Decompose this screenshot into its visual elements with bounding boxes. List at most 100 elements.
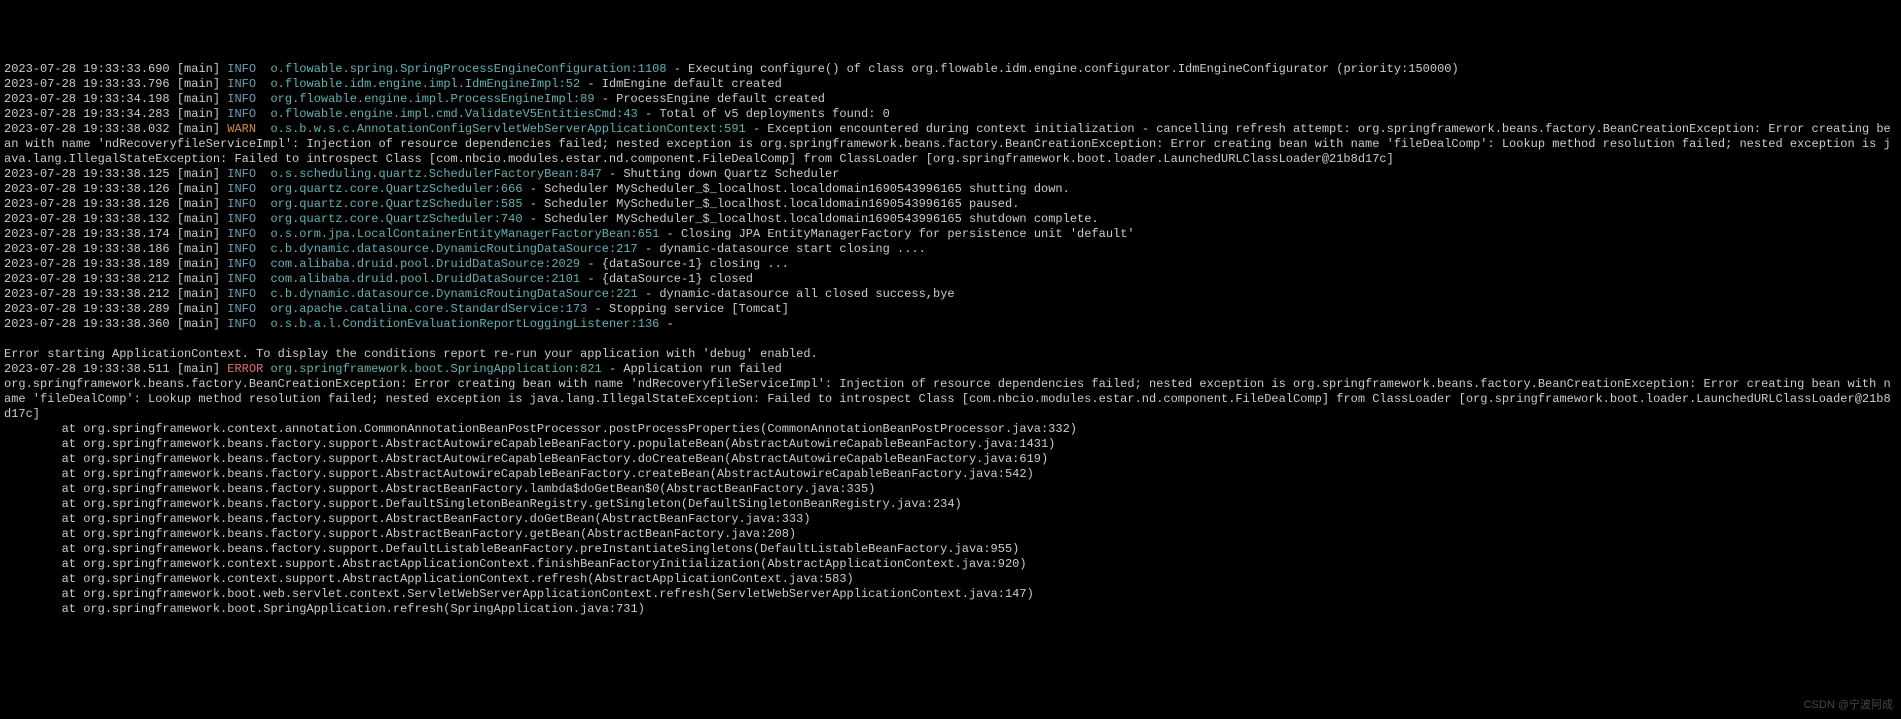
log-level: INFO bbox=[227, 77, 263, 91]
log-level: WARN bbox=[227, 122, 263, 136]
log-line[interactable]: at org.springframework.beans.factory.sup… bbox=[4, 482, 1897, 497]
log-line[interactable]: 2023-07-28 19:33:34.198 [main] INFO org.… bbox=[4, 92, 1897, 107]
log-message: - Stopping service [Tomcat] bbox=[587, 302, 789, 316]
log-level: INFO bbox=[227, 167, 263, 181]
log-line[interactable]: 2023-07-28 19:33:38.132 [main] INFO org.… bbox=[4, 212, 1897, 227]
log-line[interactable]: 2023-07-28 19:33:33.690 [main] INFO o.fl… bbox=[4, 62, 1897, 77]
log-level: INFO bbox=[227, 92, 263, 106]
log-thread: [main] bbox=[177, 62, 220, 76]
log-thread: [main] bbox=[177, 317, 220, 331]
log-message: - IdmEngine default created bbox=[580, 77, 782, 91]
log-line[interactable]: at org.springframework.beans.factory.sup… bbox=[4, 452, 1897, 467]
log-line[interactable]: 2023-07-28 19:33:38.212 [main] INFO com.… bbox=[4, 272, 1897, 287]
log-line[interactable]: 2023-07-28 19:33:38.186 [main] INFO c.b.… bbox=[4, 242, 1897, 257]
log-logger: o.s.b.a.l.ConditionEvaluationReportLoggi… bbox=[270, 317, 659, 331]
log-thread: [main] bbox=[177, 167, 220, 181]
log-line[interactable]: 2023-07-28 19:33:38.126 [main] INFO org.… bbox=[4, 197, 1897, 212]
log-thread: [main] bbox=[177, 272, 220, 286]
log-timestamp: 2023-07-28 19:33:38.212 bbox=[4, 272, 170, 286]
log-raw-text: org.springframework.beans.factory.BeanCr… bbox=[4, 377, 1891, 421]
log-thread: [main] bbox=[177, 212, 220, 226]
log-logger: o.flowable.engine.impl.cmd.ValidateV5Ent… bbox=[270, 107, 637, 121]
log-thread: [main] bbox=[177, 122, 220, 136]
log-logger: c.b.dynamic.datasource.DynamicRoutingDat… bbox=[270, 242, 637, 256]
log-line[interactable]: 2023-07-28 19:33:38.126 [main] INFO org.… bbox=[4, 182, 1897, 197]
log-line[interactable]: 2023-07-28 19:33:38.189 [main] INFO com.… bbox=[4, 257, 1897, 272]
log-thread: [main] bbox=[177, 227, 220, 241]
log-thread: [main] bbox=[177, 362, 220, 376]
log-level: INFO bbox=[227, 287, 263, 301]
log-thread: [main] bbox=[177, 197, 220, 211]
log-raw-text: at org.springframework.beans.factory.sup… bbox=[4, 497, 962, 511]
log-message: - {dataSource-1} closed bbox=[580, 272, 753, 286]
log-logger: org.springframework.boot.SpringApplicati… bbox=[270, 362, 601, 376]
log-timestamp: 2023-07-28 19:33:38.189 bbox=[4, 257, 170, 271]
log-message: - dynamic-datasource start closing .... bbox=[638, 242, 926, 256]
watermark-text: CSDN @宁波阿成 bbox=[1804, 698, 1893, 713]
log-raw-text: at org.springframework.boot.SpringApplic… bbox=[4, 602, 645, 616]
log-logger: org.apache.catalina.core.StandardService… bbox=[270, 302, 587, 316]
log-logger: com.alibaba.druid.pool.DruidDataSource:2… bbox=[270, 272, 580, 286]
log-line[interactable]: at org.springframework.context.support.A… bbox=[4, 557, 1897, 572]
log-timestamp: 2023-07-28 19:33:38.126 bbox=[4, 197, 170, 211]
log-message: - Shutting down Quartz Scheduler bbox=[602, 167, 840, 181]
log-timestamp: 2023-07-28 19:33:38.125 bbox=[4, 167, 170, 181]
log-timestamp: 2023-07-28 19:33:38.174 bbox=[4, 227, 170, 241]
log-line[interactable]: 2023-07-28 19:33:38.174 [main] INFO o.s.… bbox=[4, 227, 1897, 242]
log-line[interactable]: at org.springframework.beans.factory.sup… bbox=[4, 497, 1897, 512]
log-line[interactable]: at org.springframework.context.support.A… bbox=[4, 572, 1897, 587]
log-message: - Scheduler MyScheduler_$_localhost.loca… bbox=[523, 212, 1099, 226]
log-line[interactable]: at org.springframework.beans.factory.sup… bbox=[4, 437, 1897, 452]
log-timestamp: 2023-07-28 19:33:38.186 bbox=[4, 242, 170, 256]
log-logger: org.quartz.core.QuartzScheduler:585 bbox=[270, 197, 522, 211]
log-line[interactable]: at org.springframework.beans.factory.sup… bbox=[4, 527, 1897, 542]
log-level: INFO bbox=[227, 212, 263, 226]
log-thread: [main] bbox=[177, 182, 220, 196]
log-thread: [main] bbox=[177, 92, 220, 106]
log-logger: o.flowable.spring.SpringProcessEngineCon… bbox=[270, 62, 666, 76]
log-level: INFO bbox=[227, 302, 263, 316]
log-message: - Closing JPA EntityManagerFactory for p… bbox=[659, 227, 1134, 241]
log-line[interactable]: 2023-07-28 19:33:38.125 [main] INFO o.s.… bbox=[4, 167, 1897, 182]
log-timestamp: 2023-07-28 19:33:33.796 bbox=[4, 77, 170, 91]
log-line[interactable]: 2023-07-28 19:33:38.511 [main] ERROR org… bbox=[4, 362, 1897, 377]
log-message: - dynamic-datasource all closed success,… bbox=[638, 287, 955, 301]
log-raw-text: at org.springframework.context.support.A… bbox=[4, 572, 854, 586]
log-level: INFO bbox=[227, 242, 263, 256]
log-line[interactable]: 2023-07-28 19:33:33.796 [main] INFO o.fl… bbox=[4, 77, 1897, 92]
log-thread: [main] bbox=[177, 242, 220, 256]
log-message: - Total of v5 deployments found: 0 bbox=[638, 107, 890, 121]
log-line[interactable]: 2023-07-28 19:33:38.360 [main] INFO o.s.… bbox=[4, 317, 1897, 332]
log-line[interactable]: at org.springframework.beans.factory.sup… bbox=[4, 467, 1897, 482]
log-timestamp: 2023-07-28 19:33:38.126 bbox=[4, 182, 170, 196]
log-logger: org.quartz.core.QuartzScheduler:666 bbox=[270, 182, 522, 196]
log-message: - Executing configure() of class org.flo… bbox=[667, 62, 1459, 76]
log-line[interactable]: 2023-07-28 19:33:38.289 [main] INFO org.… bbox=[4, 302, 1897, 317]
log-message: - Scheduler MyScheduler_$_localhost.loca… bbox=[523, 197, 1020, 211]
log-line[interactable]: org.springframework.beans.factory.BeanCr… bbox=[4, 377, 1897, 422]
log-raw-text: at org.springframework.boot.web.servlet.… bbox=[4, 587, 1034, 601]
log-thread: [main] bbox=[177, 287, 220, 301]
log-line[interactable]: at org.springframework.boot.web.servlet.… bbox=[4, 587, 1897, 602]
log-logger: c.b.dynamic.datasource.DynamicRoutingDat… bbox=[270, 287, 637, 301]
log-logger: org.flowable.engine.impl.ProcessEngineIm… bbox=[270, 92, 594, 106]
log-line[interactable]: 2023-07-28 19:33:34.283 [main] INFO o.fl… bbox=[4, 107, 1897, 122]
log-timestamp: 2023-07-28 19:33:38.360 bbox=[4, 317, 170, 331]
log-line[interactable]: 2023-07-28 19:33:38.212 [main] INFO c.b.… bbox=[4, 287, 1897, 302]
log-thread: [main] bbox=[177, 257, 220, 271]
log-line[interactable]: at org.springframework.beans.factory.sup… bbox=[4, 512, 1897, 527]
log-line[interactable]: Error starting ApplicationContext. To di… bbox=[4, 347, 1897, 362]
log-timestamp: 2023-07-28 19:33:38.132 bbox=[4, 212, 170, 226]
log-timestamp: 2023-07-28 19:33:33.690 bbox=[4, 62, 170, 76]
log-timestamp: 2023-07-28 19:33:38.212 bbox=[4, 287, 170, 301]
log-raw-text: at org.springframework.beans.factory.sup… bbox=[4, 452, 1048, 466]
console-log-output[interactable]: 2023-07-28 19:33:33.690 [main] INFO o.fl… bbox=[4, 62, 1897, 617]
log-level: INFO bbox=[227, 227, 263, 241]
log-line[interactable]: at org.springframework.beans.factory.sup… bbox=[4, 542, 1897, 557]
log-line[interactable]: 2023-07-28 19:33:38.032 [main] WARN o.s.… bbox=[4, 122, 1897, 167]
log-level: INFO bbox=[227, 197, 263, 211]
log-line[interactable]: at org.springframework.boot.SpringApplic… bbox=[4, 602, 1897, 617]
log-line[interactable]: at org.springframework.context.annotatio… bbox=[4, 422, 1897, 437]
log-timestamp: 2023-07-28 19:33:38.032 bbox=[4, 122, 170, 136]
log-message: - Scheduler MyScheduler_$_localhost.loca… bbox=[523, 182, 1070, 196]
